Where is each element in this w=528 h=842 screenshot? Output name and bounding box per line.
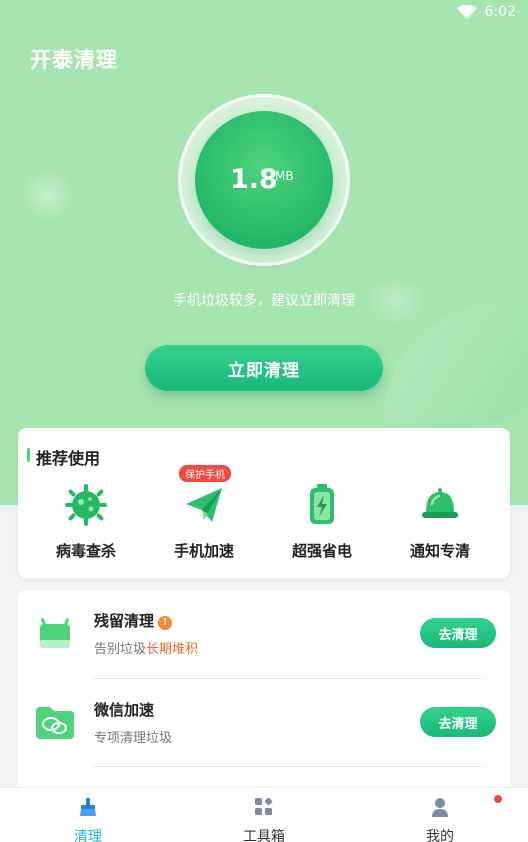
list-item-title: 残留清理! bbox=[94, 610, 173, 631]
clean-now-button[interactable]: 立即清理 bbox=[145, 345, 383, 391]
virus-icon bbox=[65, 484, 107, 526]
tab-clean[interactable]: 清理 bbox=[28, 796, 148, 842]
toolbox-icon bbox=[255, 797, 273, 815]
recommend-card: 推荐使用 病毒查杀 手机加速 超强省电 通知专清 bbox=[18, 428, 510, 578]
list-item-title: 微信加速 bbox=[94, 701, 155, 719]
go-clean-button[interactable]: 去清理 bbox=[420, 707, 496, 737]
tool-label: 手机加速 bbox=[173, 542, 234, 560]
notification-dot bbox=[494, 795, 502, 803]
app-title: 开泰清理 bbox=[30, 48, 118, 72]
tool-label: 超强省电 bbox=[291, 542, 352, 560]
tab-profile[interactable]: 我的 bbox=[380, 796, 500, 842]
protect-phone-badge: 保护手机 bbox=[179, 465, 231, 482]
tool-label: 通知专清 bbox=[409, 542, 470, 560]
tab-label: 工具箱 bbox=[243, 829, 285, 842]
tool-label: 病毒查杀 bbox=[55, 542, 116, 560]
tab-label: 我的 bbox=[426, 829, 454, 842]
paper-plane-icon bbox=[186, 488, 222, 522]
android-residue-icon bbox=[40, 617, 70, 648]
profile-icon bbox=[432, 798, 448, 817]
status-bar: 6:02 bbox=[456, 4, 516, 20]
broom-icon bbox=[80, 798, 96, 816]
section-marker bbox=[27, 448, 30, 462]
recommend-title: 推荐使用 bbox=[36, 449, 101, 468]
list-item-residue-clean[interactable]: 残留清理! 告别垃圾长期堆积 去清理 bbox=[18, 590, 510, 678]
tool-notification-clean[interactable]: 通知专清 bbox=[390, 480, 490, 561]
status-time: 6:02 bbox=[484, 4, 516, 20]
decor-blob bbox=[18, 170, 78, 220]
bottom-tab-bar: 清理 工具箱 我的 bbox=[0, 787, 528, 842]
wechat-folder-icon bbox=[36, 707, 74, 739]
tool-virus-scan[interactable]: 病毒查杀 bbox=[36, 480, 136, 561]
junk-size-unit: MB bbox=[275, 169, 294, 183]
battery-icon bbox=[310, 484, 334, 524]
list-item-wechat-boost[interactable]: 微信加速 专项清理垃圾 去清理 bbox=[18, 679, 510, 767]
scan-hint: 手机垃圾较多，建议立即清理 bbox=[173, 293, 355, 309]
info-icon[interactable]: ! bbox=[158, 616, 173, 630]
tab-label: 清理 bbox=[74, 829, 102, 842]
tool-phone-boost[interactable]: 手机加速 bbox=[154, 480, 254, 561]
bell-icon bbox=[422, 488, 458, 518]
tab-toolbox[interactable]: 工具箱 bbox=[204, 796, 324, 842]
divider bbox=[94, 766, 486, 767]
list-item-desc: 告别垃圾长期堆积 bbox=[94, 642, 199, 657]
wifi-icon bbox=[456, 5, 477, 19]
go-clean-button[interactable]: 去清理 bbox=[420, 618, 496, 648]
feature-list-card: 残留清理! 告别垃圾长期堆积 去清理 微信加速 专项清理垃圾 去清理 bbox=[18, 590, 510, 790]
junk-size-value: 1.8 bbox=[230, 164, 278, 195]
tool-power-saving[interactable]: 超强省电 bbox=[272, 480, 372, 561]
list-item-desc: 专项清理垃圾 bbox=[94, 731, 173, 746]
